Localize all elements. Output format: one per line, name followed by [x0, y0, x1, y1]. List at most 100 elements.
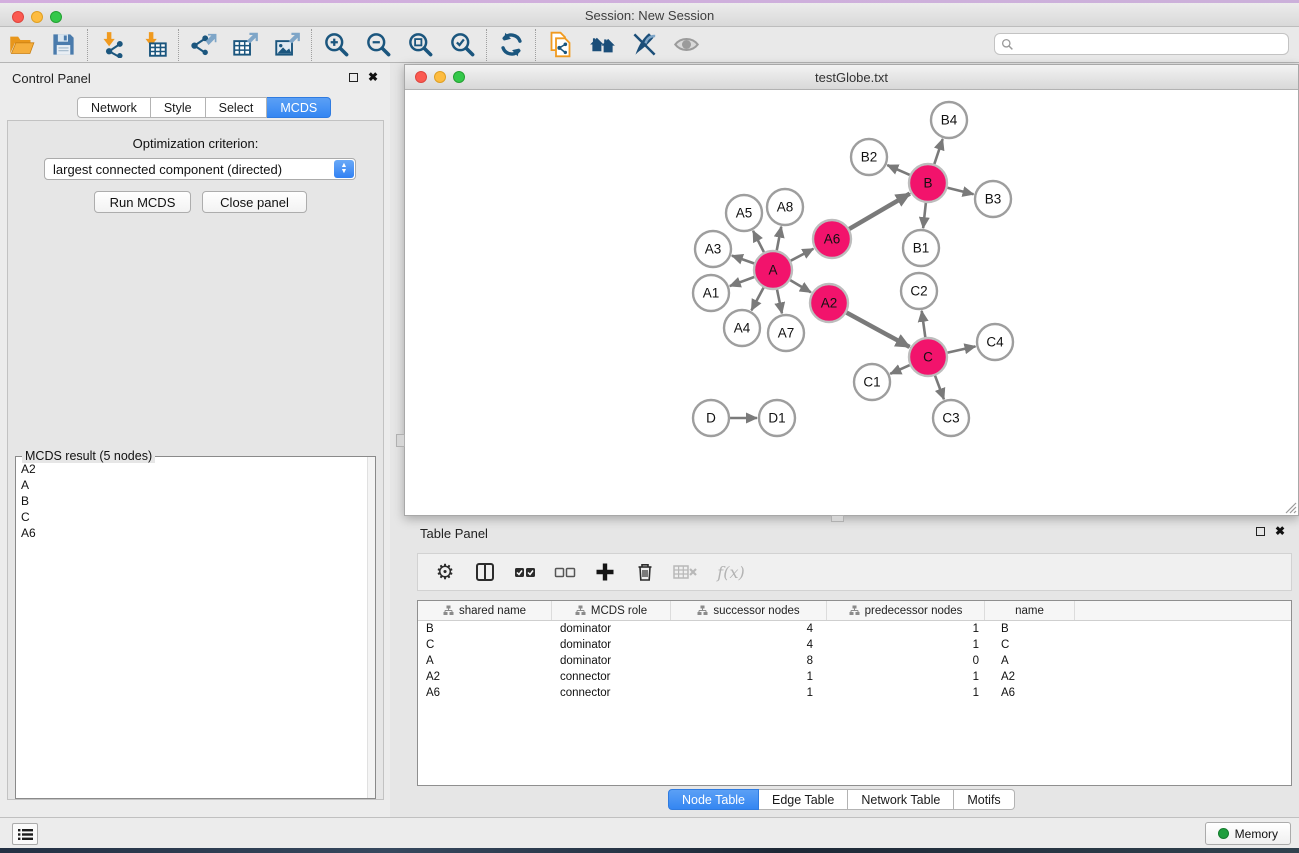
table-row[interactable]: A2connector11A2 — [418, 669, 1291, 685]
graph-edge[interactable] — [887, 165, 910, 175]
close-table-panel-icon[interactable]: ✖ — [1275, 526, 1285, 536]
network-window-titlebar[interactable]: testGlobe.txt — [405, 65, 1298, 90]
graph-node[interactable]: B3 — [975, 181, 1011, 217]
column-selector-button[interactable] — [472, 559, 498, 585]
refresh-view-button[interactable] — [490, 29, 532, 61]
search-input[interactable] — [1014, 35, 1288, 53]
table-row[interactable]: A6connector11A6 — [418, 685, 1291, 701]
vertical-splitter-handle[interactable] — [396, 434, 405, 447]
mcds-result-item[interactable]: C — [21, 509, 367, 525]
zoom-fit-button[interactable] — [399, 29, 441, 61]
graph-node[interactable]: A — [754, 251, 792, 289]
delete-row-button[interactable] — [632, 559, 658, 585]
import-network-button[interactable] — [91, 29, 133, 61]
graph-node[interactable]: B2 — [851, 139, 887, 175]
new-network-from-selection-button[interactable] — [539, 29, 581, 61]
graph-node[interactable]: B4 — [931, 102, 967, 138]
tab-edge-table[interactable]: Edge Table — [759, 789, 848, 810]
graph-edge[interactable] — [890, 365, 910, 374]
add-row-button[interactable] — [592, 559, 618, 585]
graph-node[interactable]: C — [909, 338, 947, 376]
hide-annotations-button[interactable] — [623, 29, 665, 61]
graph-edge[interactable] — [789, 280, 811, 293]
zoom-out-button[interactable] — [357, 29, 399, 61]
graph-node[interactable]: A7 — [768, 315, 804, 351]
memory-button[interactable]: Memory — [1205, 822, 1291, 845]
graph-edge[interactable] — [935, 375, 944, 400]
graph-node[interactable]: A1 — [693, 275, 729, 311]
mcds-result-item[interactable]: A — [21, 477, 367, 493]
optimization-criterion-select[interactable]: largest connected component (directed) ▲… — [44, 158, 356, 180]
graph-edge[interactable] — [732, 256, 755, 264]
graph-edge[interactable] — [751, 287, 764, 311]
delete-table-button[interactable] — [672, 559, 698, 585]
result-scrollbar[interactable] — [367, 457, 375, 798]
open-folder-button[interactable] — [0, 29, 42, 61]
tab-select[interactable]: Select — [206, 97, 268, 118]
graph-edge[interactable] — [777, 227, 782, 252]
tab-node-table[interactable]: Node Table — [668, 789, 759, 810]
graph-edge[interactable] — [846, 312, 910, 347]
column-header[interactable]: MCDS role — [552, 601, 671, 620]
graph-node[interactable]: A2 — [810, 284, 848, 322]
tab-mcds[interactable]: MCDS — [267, 97, 331, 118]
horizontal-splitter-handle[interactable] — [831, 515, 844, 522]
graph-edge[interactable] — [947, 346, 976, 352]
zoom-in-button[interactable] — [315, 29, 357, 61]
column-header[interactable]: shared name — [418, 601, 552, 620]
graph-edge[interactable] — [934, 139, 943, 165]
graph-edge[interactable] — [848, 194, 909, 230]
task-history-button[interactable] — [12, 823, 38, 845]
graph-node[interactable]: A3 — [695, 231, 731, 267]
tab-network[interactable]: Network — [77, 97, 151, 118]
graph-node[interactable]: B1 — [903, 230, 939, 266]
graph-node[interactable]: C1 — [854, 364, 890, 400]
column-header[interactable]: predecessor nodes — [827, 601, 985, 620]
export-table-button[interactable] — [224, 29, 266, 61]
mcds-result-item[interactable]: A6 — [21, 525, 367, 541]
graph-node[interactable]: C3 — [933, 400, 969, 436]
graph-node[interactable]: D1 — [759, 400, 795, 436]
tab-motifs[interactable]: Motifs — [954, 789, 1014, 810]
graph-node[interactable]: A5 — [726, 195, 762, 231]
show-graphics-details-button[interactable] — [665, 29, 707, 61]
network-canvas[interactable]: A A1 A2 A3 A4 A5 A6 A7 A8 B B1 B2 B3 B4 C C1 C2 C3 C4 D D1 — [405, 90, 1298, 515]
function-builder-button[interactable]: f(x) — [712, 559, 750, 585]
graph-node[interactable]: A6 — [813, 220, 851, 258]
select-all-rows-button[interactable] — [512, 559, 538, 585]
graph-node[interactable]: A8 — [767, 189, 803, 225]
table-row[interactable]: Adominator80A — [418, 653, 1291, 669]
graph-edge[interactable] — [922, 311, 926, 338]
zoom-selected-button[interactable] — [441, 29, 483, 61]
table-row[interactable]: Cdominator41C — [418, 637, 1291, 653]
graph-edge[interactable] — [790, 249, 814, 261]
graph-node[interactable]: C2 — [901, 273, 937, 309]
save-session-button[interactable] — [42, 29, 84, 61]
float-panel-icon[interactable] — [349, 73, 358, 82]
graph-node[interactable]: D — [693, 400, 729, 436]
tab-network-table[interactable]: Network Table — [848, 789, 954, 810]
home-button[interactable] — [581, 29, 623, 61]
mcds-result-item[interactable]: B — [21, 493, 367, 509]
graph-node[interactable]: B — [909, 164, 947, 202]
graph-edge[interactable] — [923, 202, 926, 228]
float-table-panel-icon[interactable] — [1256, 527, 1265, 536]
graph-edge[interactable] — [753, 231, 764, 253]
graph-edge[interactable] — [946, 188, 973, 195]
close-panel-button[interactable]: Close panel — [202, 191, 307, 213]
graph-edge[interactable] — [730, 277, 755, 286]
graph-node[interactable]: A4 — [724, 310, 760, 346]
close-panel-icon[interactable]: ✖ — [368, 72, 378, 82]
column-header[interactable]: successor nodes — [671, 601, 827, 620]
table-row[interactable]: Bdominator41B — [418, 621, 1291, 637]
graph-node[interactable]: C4 — [977, 324, 1013, 360]
deselect-all-rows-button[interactable] — [552, 559, 578, 585]
column-header[interactable]: name — [985, 601, 1075, 620]
mcds-result-item[interactable]: A2 — [21, 461, 367, 477]
window-resize-grip[interactable] — [1283, 500, 1297, 514]
tab-style[interactable]: Style — [151, 97, 206, 118]
mcds-result-list[interactable]: A2ABCA6 — [17, 459, 367, 797]
table-settings-button[interactable]: ⚙ — [432, 559, 458, 585]
import-table-button[interactable] — [133, 29, 175, 61]
run-mcds-button[interactable]: Run MCDS — [94, 191, 191, 213]
